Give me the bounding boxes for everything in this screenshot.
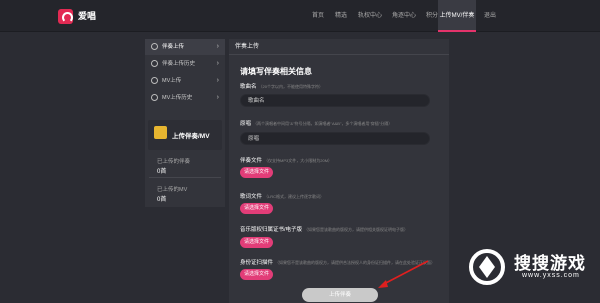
song-name-label: 歌曲名 （20个字以内，不能使用特殊字符） (240, 82, 323, 90)
upload-icon (151, 77, 158, 84)
stat-value-mv: 0首 (157, 197, 167, 203)
watermark-text: 搜搜游戏 (514, 254, 586, 273)
singer-field[interactable]: 原唱 (240, 132, 430, 145)
lyrics-file-button[interactable]: 请选择文件 (240, 203, 273, 214)
sidebar-item-mv-history[interactable]: MV上传历史 › (145, 90, 225, 106)
sidebar-item-accomp-upload[interactable]: 伴奏上传 › (145, 39, 225, 55)
singer-hint: （两个演唱者中间用"&"符号分隔，如演唱者"A&B"，多个演唱者用"穿插"分隔） (253, 121, 393, 126)
copyright-cert-label: 音乐版权归属证书/电子版 （如果您是该歌曲的版权方，请提供相关版权证明电子版） (240, 225, 408, 233)
upload-card-title: 上传伴奏/MV (172, 133, 210, 140)
sidebar-item-mv-upload[interactable]: MV上传 › (145, 73, 225, 89)
app-logo-icon[interactable] (58, 9, 73, 24)
sidebar: 伴奏上传 › 伴奏上传历史 › MV上传 › MV上传历史 › 上传伴奏/MV … (145, 39, 225, 207)
nav-item-featured[interactable]: 精选 (330, 0, 352, 32)
app-name: 爱唱 (78, 11, 97, 21)
watermark-logo-icon (469, 249, 505, 285)
panel-header: 伴奏上传 (229, 39, 449, 55)
song-name-label-text: 歌曲名 (240, 84, 257, 90)
nav-item-rights-center[interactable]: 轨权中心 (355, 0, 385, 32)
copyright-cert-label-text: 音乐版权归属证书/电子版 (240, 227, 303, 233)
submit-upload-button[interactable]: 上传伴奏 (302, 288, 378, 302)
sidebar-item-label: 伴奏上传历史 (162, 61, 196, 67)
chevron-right-icon: › (216, 60, 219, 67)
sidebar-item-label: 伴奏上传 (162, 44, 185, 50)
history-icon (151, 60, 158, 67)
form-title: 请填写伴奏相关信息 (240, 67, 312, 76)
copyright-cert-hint: （如果您是该歌曲的版权方，请提供相关版权证明电子版） (304, 227, 409, 232)
chevron-right-icon: › (216, 77, 219, 84)
lyrics-file-label-text: 歌词文件 (240, 194, 263, 200)
upload-summary-card: 上传伴奏/MV (148, 120, 222, 150)
divider (149, 177, 221, 178)
stat-label-mv: 已上传的MV (157, 187, 188, 193)
stat-label-accomp: 已上传的伴奏 (157, 159, 191, 165)
lyrics-file-label: 歌词文件 （LRC格式，建议上传逐字歌词） (240, 192, 324, 200)
chevron-right-icon: › (216, 94, 219, 101)
song-name-hint: （20个字以内，不能使用特殊字符） (258, 84, 323, 89)
accomp-file-hint: （仅支持MP3文件，大小限制为20M） (264, 158, 333, 163)
accomp-file-button[interactable]: 请选择文件 (240, 167, 273, 178)
id-scan-label-text: 身份证扫描件 (240, 260, 274, 266)
nav-item-home[interactable]: 首页 (308, 0, 328, 32)
sidebar-item-label: MV上传 (162, 78, 182, 84)
id-scan-button[interactable]: 请选择文件 (240, 269, 273, 280)
copyright-cert-button[interactable]: 请选择文件 (240, 237, 273, 248)
upload-icon (151, 43, 158, 50)
sidebar-item-accomp-history[interactable]: 伴奏上传历史 › (145, 56, 225, 72)
watermark-url: www.yxss.com (522, 272, 580, 279)
nav-item-upload[interactable]: 上传MV/伴奏 (438, 0, 476, 32)
chevron-right-icon: › (216, 43, 219, 50)
upload-user-icon (154, 126, 167, 139)
nav-item-contest-center[interactable]: 角逐中心 (389, 0, 419, 32)
history-icon (151, 94, 158, 101)
singer-label-text: 原唱 (240, 121, 252, 127)
accomp-file-label-text: 伴奏文件 (240, 158, 263, 164)
singer-label: 原唱 （两个演唱者中间用"&"符号分隔，如演唱者"A&B"，多个演唱者用"穿插"分… (240, 119, 392, 127)
sidebar-item-label: MV上传历史 (162, 95, 193, 101)
accomp-file-label: 伴奏文件 （仅支持MP3文件，大小限制为20M） (240, 156, 332, 164)
nav-item-logout[interactable]: 退出 (480, 0, 500, 32)
lyrics-file-hint: （LRC格式，建议上传逐字歌词） (264, 194, 325, 199)
annotation-arrow-icon (378, 260, 429, 288)
top-bar: 爱唱 首页 精选 轨权中心 角逐中心 积分商城 上传MV/伴奏 退出 (0, 0, 600, 32)
song-name-field[interactable]: 歌曲名 (240, 94, 430, 107)
stat-value-accomp: 0首 (157, 169, 167, 175)
